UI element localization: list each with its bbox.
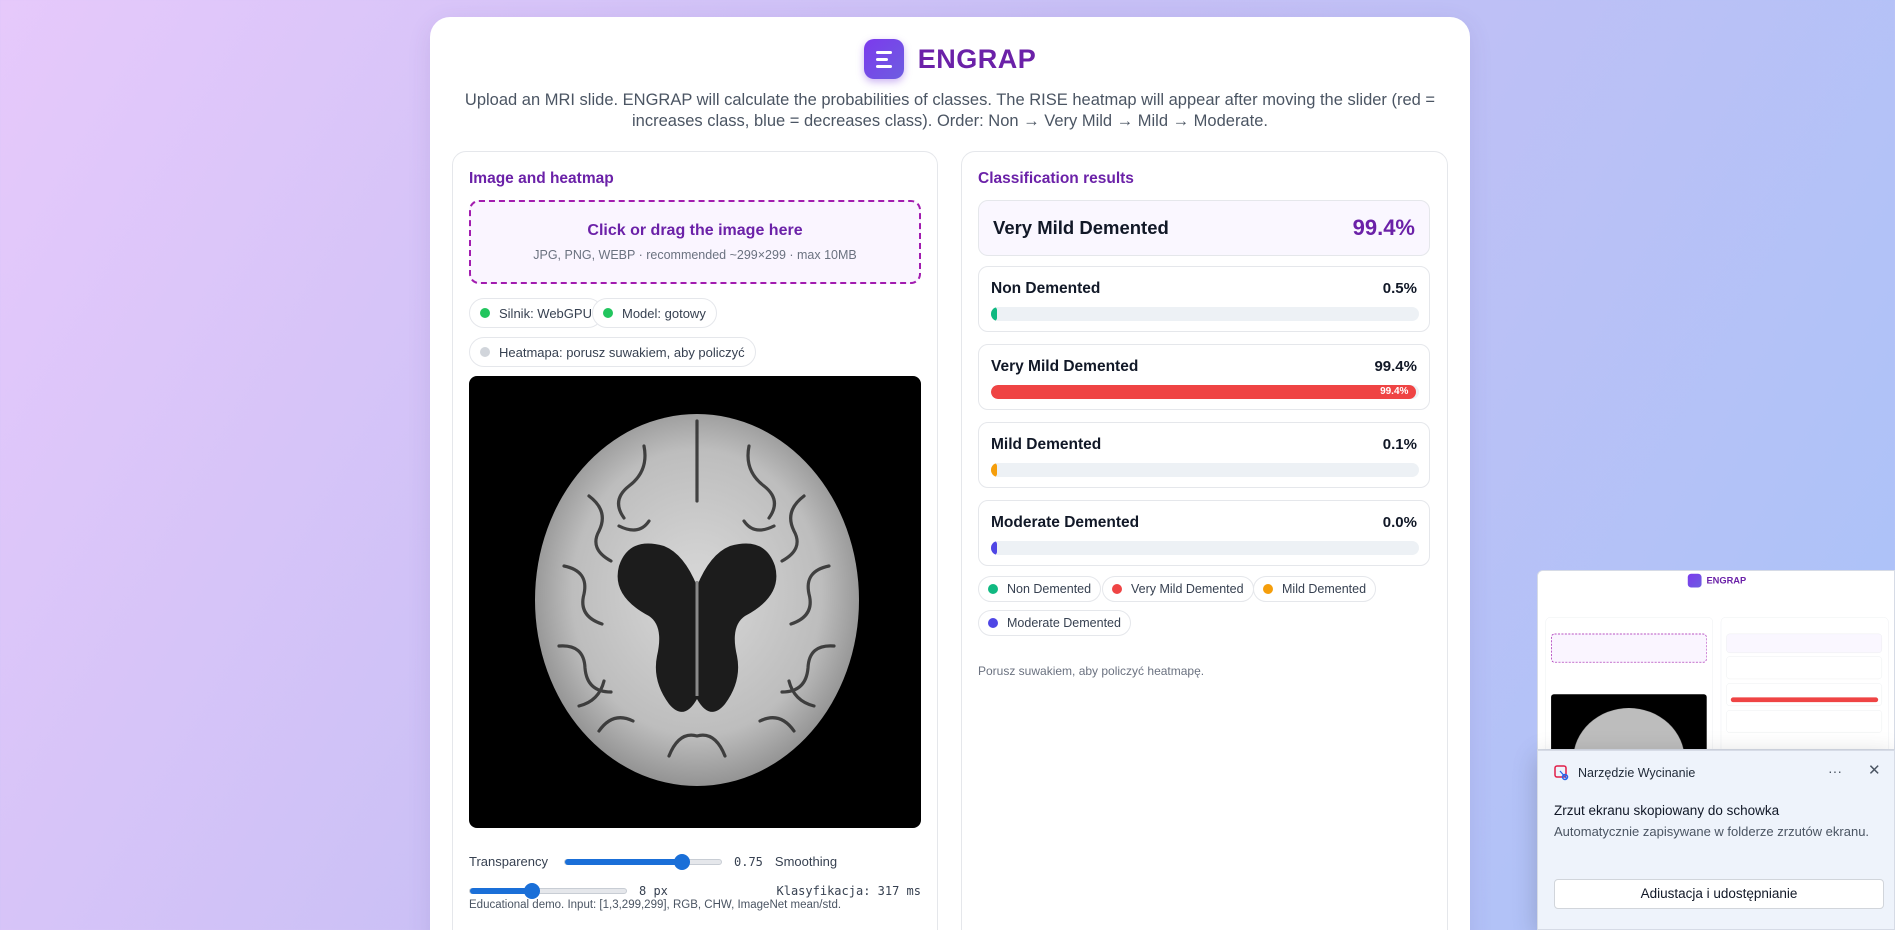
- top-result-card: Very Mild Demented 99.4%: [978, 200, 1430, 256]
- class-card-moderate-demented: Moderate Demented 0.0%: [978, 500, 1430, 566]
- heatmap-status-chip: Heatmapa: porusz suwakiem, aby policzyć: [469, 337, 756, 367]
- probability-bar: [991, 463, 1419, 477]
- mri-image: [469, 376, 921, 828]
- legend-label: Moderate Demented: [1007, 616, 1121, 630]
- image-dropzone[interactable]: Click or drag the image here JPG, PNG, W…: [469, 200, 921, 284]
- scissors-icon: [1554, 765, 1569, 781]
- probability-bar-fill: 99.4%: [991, 385, 1417, 399]
- transparency-slider[interactable]: [564, 853, 722, 870]
- smoothing-slider[interactable]: [469, 883, 627, 899]
- class-name: Very Mild Demented: [991, 358, 1139, 375]
- toast-app-name: Narzędzie Wycinanie: [1578, 766, 1696, 780]
- model-status-label: Model: gotowy: [622, 305, 706, 321]
- engine-status-chip: Silnik: WebGPU: [469, 298, 603, 328]
- top-result-value: 99.4%: [1352, 215, 1415, 240]
- slider-thumb[interactable]: [674, 853, 690, 870]
- legend-moderate-demented: Moderate Demented: [978, 610, 1131, 636]
- toast-header: Narzędzie Wycinanie: [1554, 765, 1695, 781]
- results-panel-title: Classification results: [978, 170, 1134, 187]
- class-card-very-mild-demented: Very Mild Demented 99.4% 99.4%: [978, 344, 1430, 410]
- top-result-label: Very Mild Demented: [993, 217, 1169, 238]
- app-card: ENGRAP Upload an MRI slide. ENGRAP will …: [430, 17, 1470, 930]
- footnote: Educational demo. Input: [1,3,299,299], …: [469, 899, 842, 911]
- slider-thumb[interactable]: [524, 883, 541, 899]
- legend-label: Mild Demented: [1282, 582, 1367, 596]
- class-probability: 0.0%: [1382, 514, 1417, 531]
- smoothing-label: Smoothing: [774, 854, 838, 869]
- brain-mri-image: [535, 414, 859, 786]
- classification-time: Klasyfikacja: 317 ms: [776, 884, 922, 898]
- results-panel: Classification results Very Mild Demente…: [961, 151, 1448, 930]
- legend-dot-icon: [988, 618, 998, 628]
- legend-non-demented: Non Demented: [978, 576, 1102, 602]
- page-subtitle: Upload an MRI slide. ENGRAP will calcula…: [464, 91, 1436, 130]
- image-panel-title: Image and heatmap: [469, 170, 614, 187]
- transparency-control: Transparency 0.75 Smoothing: [469, 853, 921, 870]
- brand: ENGRAP: [863, 39, 1037, 79]
- probability-bar: 99.4%: [991, 385, 1419, 399]
- screenshot-thumbnail[interactable]: ENGRAP: [1537, 570, 1895, 750]
- probability-bar: [991, 541, 1419, 555]
- smoothing-value: 8 px: [639, 884, 668, 898]
- status-dot-icon: [480, 347, 490, 357]
- close-icon[interactable]: ✕: [1868, 761, 1881, 779]
- probability-bar-fill: [991, 541, 997, 555]
- app-logo-icon: [863, 39, 904, 79]
- legend-dot-icon: [1263, 584, 1273, 594]
- transparency-label: Transparency: [469, 854, 548, 869]
- model-status-chip: Model: gotowy: [592, 298, 717, 328]
- class-card-non-demented: Non Demented 0.5%: [978, 266, 1430, 332]
- class-name: Moderate Demented: [991, 514, 1140, 531]
- engine-status-label: Silnik: WebGPU: [499, 305, 592, 321]
- class-card-mild-demented: Mild Demented 0.1%: [978, 422, 1430, 488]
- class-probability: 0.1%: [1382, 436, 1417, 453]
- legend-label: Non Demented: [1007, 582, 1092, 596]
- smoothing-control: 8 px Klasyfikacja: 317 ms: [469, 883, 922, 899]
- legend-mild-demented: Mild Demented: [1253, 576, 1377, 602]
- snipping-tool-notification: Narzędzie Wycinanie ··· ✕ Zrzut ekranu s…: [1537, 750, 1895, 930]
- legend-label: Very Mild Demented: [1131, 582, 1244, 596]
- class-probability: 99.4%: [1374, 358, 1417, 375]
- heatmap-status-label: Heatmapa: porusz suwakiem, aby policzyć: [499, 344, 745, 360]
- status-dot-icon: [603, 308, 613, 318]
- legend-dot-icon: [988, 584, 998, 594]
- legend-very-mild-demented: Very Mild Demented: [1102, 576, 1254, 602]
- status-dot-icon: [480, 308, 490, 318]
- class-name: Non Demented: [991, 280, 1101, 297]
- app-title: ENGRAP: [917, 43, 1037, 74]
- header: ENGRAP: [430, 39, 1470, 79]
- image-panel: Image and heatmap Click or drag the imag…: [452, 151, 938, 930]
- probability-bar-label: 99.4%: [1380, 386, 1409, 397]
- probability-bar-fill: [991, 307, 997, 321]
- edit-and-share-button[interactable]: Adiustacja i udostępnianie: [1554, 879, 1884, 909]
- toast-title: Zrzut ekranu skopiowany do schowka: [1554, 803, 1780, 818]
- dropzone-hint: JPG, PNG, WEBP · recommended ~299×299 · …: [533, 248, 857, 262]
- more-options-icon[interactable]: ···: [1828, 763, 1842, 779]
- probability-bar: [991, 307, 1419, 321]
- probability-bar-fill: [991, 463, 997, 477]
- thumbnail-preview: ENGRAP: [1538, 571, 1894, 749]
- class-probability: 0.5%: [1382, 280, 1417, 297]
- class-name: Mild Demented: [991, 436, 1102, 453]
- toast-body: Automatycznie zapisywane w folderze zrzu…: [1554, 824, 1870, 839]
- dropzone-label: Click or drag the image here: [587, 222, 803, 239]
- heatmap-hint: Porusz suwakiem, aby policzyć heatmapę.: [978, 664, 1205, 678]
- transparency-value: 0.75: [734, 854, 763, 869]
- legend-dot-icon: [1112, 584, 1122, 594]
